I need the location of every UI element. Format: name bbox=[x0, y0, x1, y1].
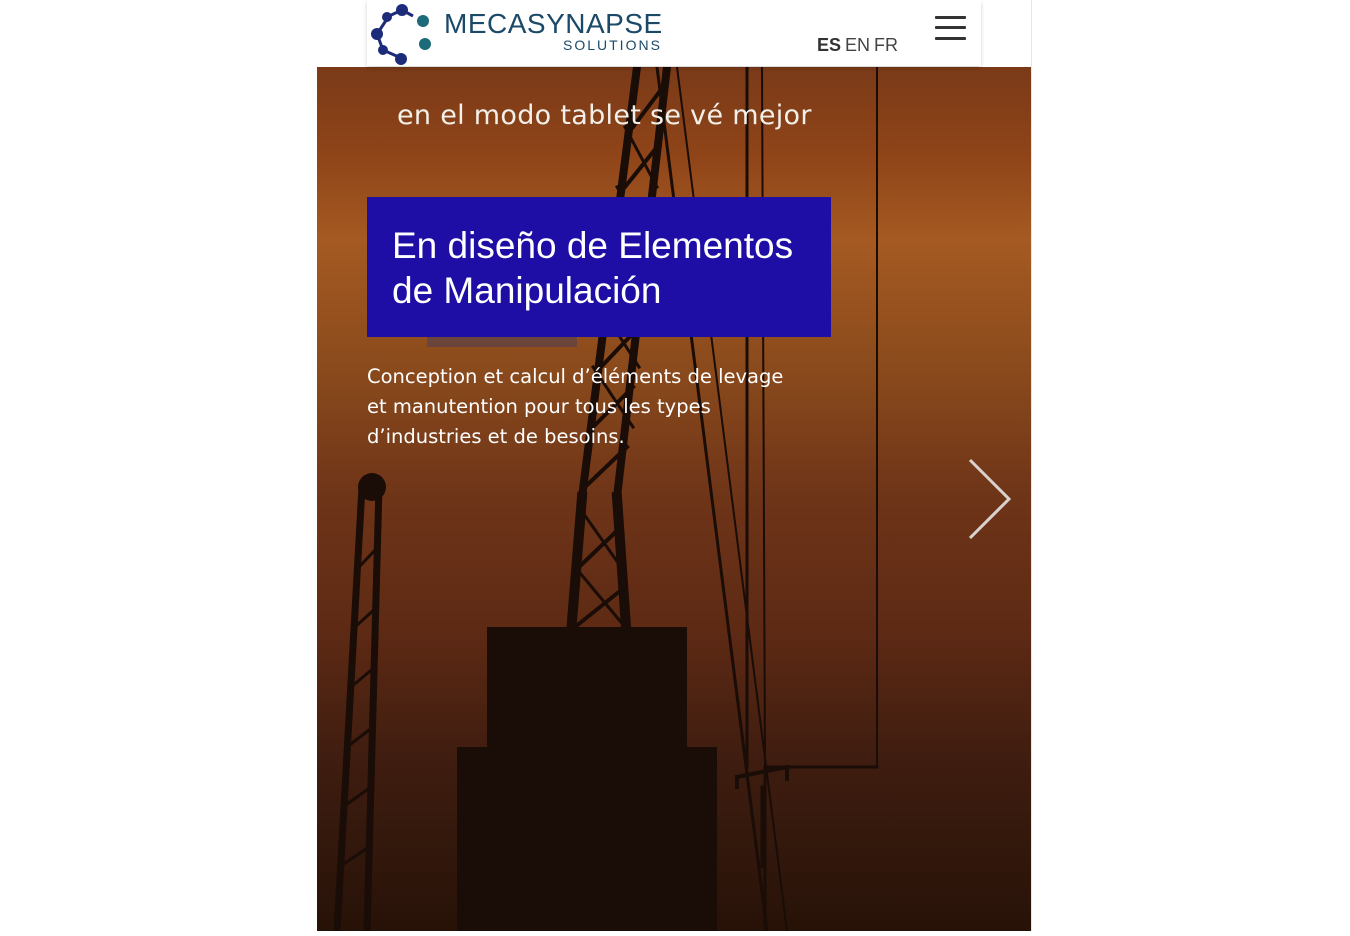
brand-subtitle: SOLUTIONS bbox=[563, 37, 662, 53]
hero-slider: en el modo tablet se vé mejor En diseño … bbox=[317, 67, 1031, 931]
hero-headline: En diseño de Elementos de Manipulación bbox=[367, 197, 831, 337]
tablet-mode-note: en el modo tablet se vé mejor bbox=[397, 100, 812, 131]
chevron-right-icon[interactable] bbox=[965, 457, 1015, 541]
hero-description: Conception et calcul d’éléments de levag… bbox=[367, 365, 784, 448]
page-frame: MECASYNAPSE SOLUTIONS ES EN FR en el mod… bbox=[317, 0, 1032, 931]
site-header: MECASYNAPSE SOLUTIONS ES EN FR bbox=[367, 0, 981, 66]
molecule-logo-icon[interactable] bbox=[369, 2, 433, 66]
language-fr[interactable]: FR bbox=[874, 35, 898, 55]
language-es[interactable]: ES bbox=[817, 35, 841, 55]
language-en[interactable]: EN bbox=[845, 35, 870, 55]
hamburger-icon[interactable] bbox=[933, 14, 967, 42]
brand-name[interactable]: MECASYNAPSE bbox=[444, 9, 663, 39]
language-switcher: ES EN FR bbox=[817, 35, 902, 55]
